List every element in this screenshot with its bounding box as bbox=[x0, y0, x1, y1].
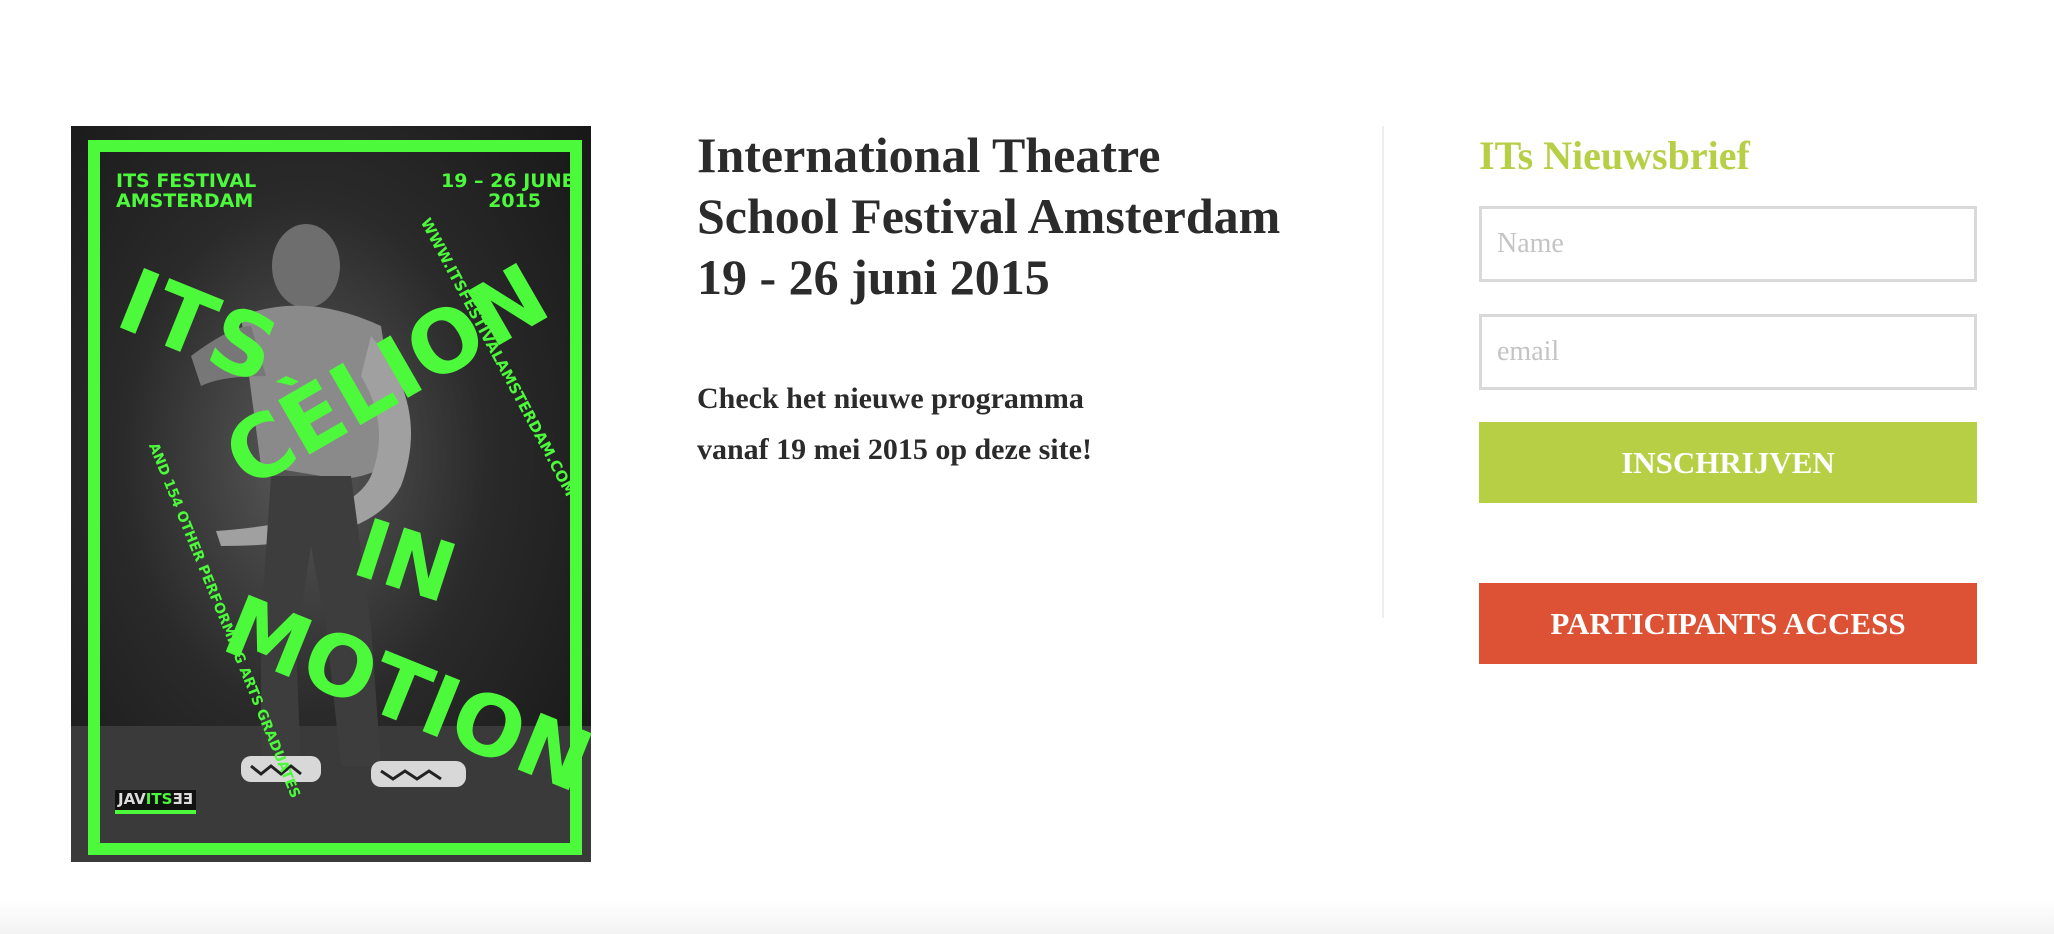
title-line-2: School Festival Amsterdam bbox=[697, 188, 1281, 244]
poster-logo: JAVITSƎƎ bbox=[115, 790, 196, 814]
announcement-line-2: vanaf 19 mei 2015 op deze site! bbox=[697, 433, 1092, 466]
title-line-1: International Theatre bbox=[697, 127, 1161, 183]
festival-poster: ITS FESTIVAL AMSTERDAM 19 – 26 JUNE 2015… bbox=[71, 126, 591, 862]
name-input[interactable] bbox=[1479, 206, 1977, 282]
email-input[interactable] bbox=[1479, 314, 1977, 390]
participants-access-button[interactable]: PARTICIPANTS ACCESS bbox=[1479, 583, 1977, 664]
poster-festival-text: ITS FESTIVAL AMSTERDAM bbox=[116, 170, 257, 212]
poster-logo-part-b: ITS bbox=[145, 790, 173, 808]
festival-title: International Theatre School Festival Am… bbox=[697, 125, 1337, 308]
subscribe-button[interactable]: INSCHRIJVEN bbox=[1479, 422, 1977, 503]
program-announcement: Check het nieuwe programma vanaf 19 mei … bbox=[697, 373, 1337, 475]
poster-dates-text: 19 – 26 JUNE 2015 bbox=[441, 170, 575, 212]
title-line-3: 19 - 26 juni 2015 bbox=[697, 249, 1050, 305]
poster-logo-part-c: ƎƎ bbox=[172, 790, 193, 808]
poster-logo-part-a: JAV bbox=[118, 790, 146, 808]
announcement-line-1: Check het nieuwe programma bbox=[697, 382, 1084, 415]
newsletter-title: ITs Nieuwsbrief bbox=[1479, 133, 1750, 178]
column-divider bbox=[1382, 126, 1384, 618]
footer-strip bbox=[0, 898, 2054, 934]
